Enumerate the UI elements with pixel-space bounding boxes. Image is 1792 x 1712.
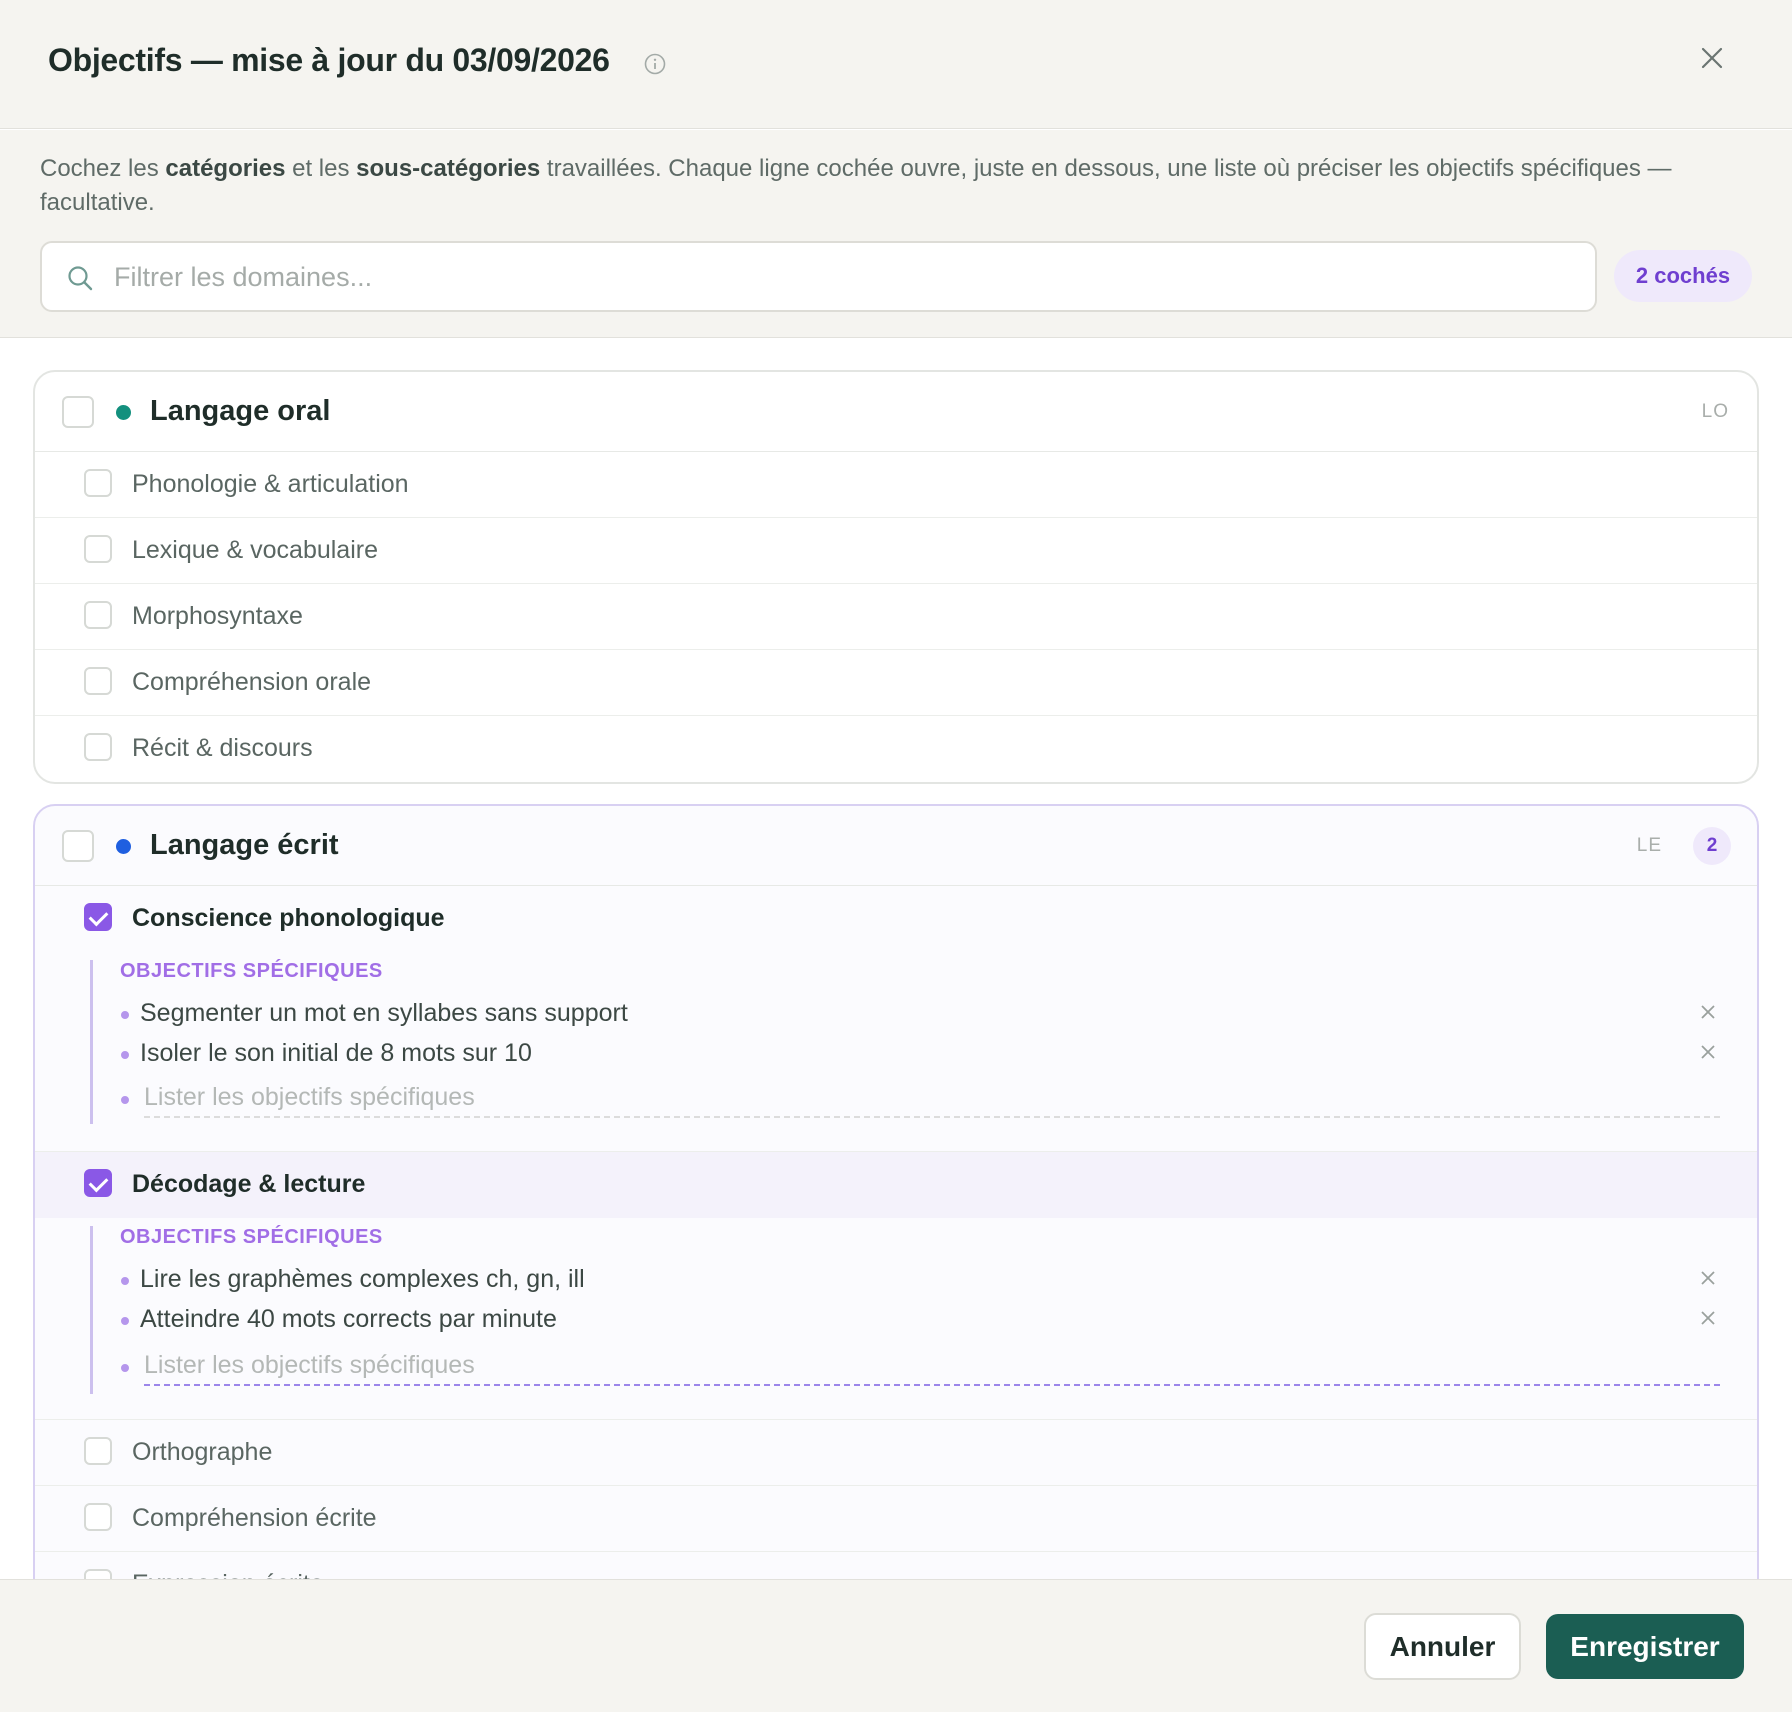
subcategory-label: Morphosyntaxe bbox=[132, 602, 303, 630]
objectives-heading: OBJECTIFS SPÉCIFIQUES bbox=[120, 960, 383, 982]
domain-header: Langage oral LO bbox=[35, 372, 1757, 452]
subcategory-label: Phonologie & articulation bbox=[132, 470, 409, 498]
domain-checked-count-badge: 2 bbox=[1693, 827, 1731, 865]
subcategory-label: Décodage & lecture bbox=[132, 1170, 366, 1198]
subcategory-checkbox[interactable] bbox=[84, 535, 112, 563]
subcategory-row[interactable]: Phonologie & articulation bbox=[35, 452, 1757, 518]
modal-header: Objectifs — mise à jour du 03/09/2026 bbox=[0, 0, 1792, 129]
subcategory-checkbox[interactable] bbox=[84, 1169, 112, 1197]
subcategory-row[interactable]: Conscience phonologique bbox=[35, 886, 1757, 952]
bullet-icon bbox=[121, 1277, 129, 1285]
close-icon bbox=[1701, 47, 1723, 74]
modal-footer: Annuler Enregistrer bbox=[0, 1579, 1792, 1712]
subcategory-label: Orthographe bbox=[132, 1438, 273, 1466]
domain-title: Langage écrit bbox=[150, 829, 339, 861]
add-objective-input[interactable] bbox=[144, 1346, 1720, 1386]
add-objective-input[interactable] bbox=[144, 1078, 1720, 1118]
domain-color-dot bbox=[116, 405, 131, 420]
subcategory-row[interactable]: Expression écrite bbox=[35, 1552, 1757, 1579]
subcategory-row[interactable]: Compréhension écrite bbox=[35, 1486, 1757, 1552]
subcategory-row[interactable]: Compréhension orale bbox=[35, 650, 1757, 716]
domain-code: LE bbox=[1636, 835, 1662, 856]
domain-card-langage-oral: Langage oral LO Phonologie & articulatio… bbox=[33, 370, 1759, 784]
bullet-icon bbox=[121, 1364, 129, 1372]
objective-text: Isoler le son initial de 8 mots sur 10 bbox=[140, 1039, 532, 1067]
subcategory-label: Compréhension écrite bbox=[132, 1504, 377, 1532]
remove-objective-button[interactable] bbox=[1696, 1040, 1720, 1064]
domain-title: Langage oral bbox=[150, 395, 331, 427]
domain-checkbox[interactable] bbox=[62, 396, 94, 428]
close-icon bbox=[1701, 1271, 1715, 1285]
subcategory-checkbox[interactable] bbox=[84, 469, 112, 497]
objectives-list: OBJECTIFS SPÉCIFIQUES Lire les graphèmes… bbox=[90, 1226, 1725, 1394]
objectives-modal: Objectifs — mise à jour du 03/09/2026 Co… bbox=[0, 0, 1792, 1712]
domain-filter-input[interactable] bbox=[114, 253, 1554, 301]
remove-objective-button[interactable] bbox=[1696, 1306, 1720, 1330]
bullet-icon bbox=[121, 1051, 129, 1059]
objectives-panel: OBJECTIFS SPÉCIFIQUES Lire les graphèmes… bbox=[35, 1218, 1757, 1420]
subcategory-row[interactable]: Orthographe bbox=[35, 1420, 1757, 1486]
checked-count-badge: 2 cochés bbox=[1614, 250, 1752, 302]
subcategory-row[interactable]: Récit & discours bbox=[35, 716, 1757, 782]
intro-panel: Cochez les catégories et les sous-catégo… bbox=[0, 130, 1792, 338]
close-icon bbox=[1701, 1005, 1715, 1019]
subcategory-label: Expression écrite bbox=[132, 1570, 324, 1579]
remove-objective-button[interactable] bbox=[1696, 1000, 1720, 1024]
objective-item: Isoler le son initial de 8 mots sur 10 bbox=[120, 1036, 1720, 1072]
bullet-icon bbox=[121, 1011, 129, 1019]
subcategory-checkbox[interactable] bbox=[84, 903, 112, 931]
objective-item: Atteindre 40 mots corrects par minute bbox=[120, 1302, 1720, 1338]
close-button[interactable] bbox=[1696, 44, 1728, 76]
domain-card-langage-ecrit: Langage écrit LE 2 Conscience phonologiq… bbox=[33, 804, 1759, 1579]
objective-text: Lire les graphèmes complexes ch, gn, ill bbox=[140, 1265, 585, 1293]
subcategory-checkbox[interactable] bbox=[84, 1569, 112, 1579]
subcategory-checkbox[interactable] bbox=[84, 1437, 112, 1465]
domain-header: Langage écrit LE 2 bbox=[35, 806, 1757, 886]
search-icon bbox=[66, 264, 94, 292]
objective-text: Segmenter un mot en syllabes sans suppor… bbox=[140, 999, 628, 1027]
close-icon bbox=[1701, 1045, 1715, 1059]
subcategory-checkbox[interactable] bbox=[84, 1503, 112, 1531]
add-objective-row bbox=[120, 1076, 1720, 1120]
subcategory-label: Compréhension orale bbox=[132, 668, 372, 696]
domain-code: LO bbox=[1701, 401, 1729, 422]
remove-objective-button[interactable] bbox=[1696, 1266, 1720, 1290]
subcategory-label: Conscience phonologique bbox=[132, 904, 445, 932]
objectives-list: OBJECTIFS SPÉCIFIQUES Segmenter un mot e… bbox=[90, 960, 1725, 1124]
objectives-heading: OBJECTIFS SPÉCIFIQUES bbox=[120, 1226, 383, 1248]
cancel-button[interactable]: Annuler bbox=[1364, 1613, 1521, 1680]
domain-filter bbox=[40, 241, 1597, 312]
instructions-text: Cochez les catégories et les sous-catégo… bbox=[40, 155, 1672, 216]
objectives-panel: OBJECTIFS SPÉCIFIQUES Segmenter un mot e… bbox=[35, 952, 1757, 1152]
domain-checkbox[interactable] bbox=[62, 830, 94, 862]
subcategory-row[interactable]: Lexique & vocabulaire bbox=[35, 518, 1757, 584]
info-circle-icon[interactable] bbox=[644, 53, 666, 75]
subcategory-row[interactable]: Décodage & lecture bbox=[35, 1152, 1757, 1218]
add-objective-row bbox=[120, 1344, 1720, 1388]
subcategory-checkbox[interactable] bbox=[84, 733, 112, 761]
subcategory-label: Lexique & vocabulaire bbox=[132, 536, 378, 564]
objective-item: Segmenter un mot en syllabes sans suppor… bbox=[120, 996, 1720, 1032]
objective-item: Lire les graphèmes complexes ch, gn, ill bbox=[120, 1262, 1720, 1298]
save-button[interactable]: Enregistrer bbox=[1546, 1614, 1744, 1679]
subcategory-checkbox[interactable] bbox=[84, 667, 112, 695]
close-icon bbox=[1701, 1311, 1715, 1325]
subcategory-label: Récit & discours bbox=[132, 734, 313, 762]
modal-title: Objectifs — mise à jour du 03/09/2026 bbox=[48, 42, 610, 78]
domain-color-dot bbox=[116, 839, 131, 854]
bullet-icon bbox=[121, 1096, 129, 1104]
objective-text: Atteindre 40 mots corrects par minute bbox=[140, 1305, 557, 1333]
subcategory-checkbox[interactable] bbox=[84, 601, 112, 629]
domains-list[interactable]: Langage oral LO Phonologie & articulatio… bbox=[0, 338, 1792, 1579]
bullet-icon bbox=[121, 1317, 129, 1325]
subcategory-row[interactable]: Morphosyntaxe bbox=[35, 584, 1757, 650]
